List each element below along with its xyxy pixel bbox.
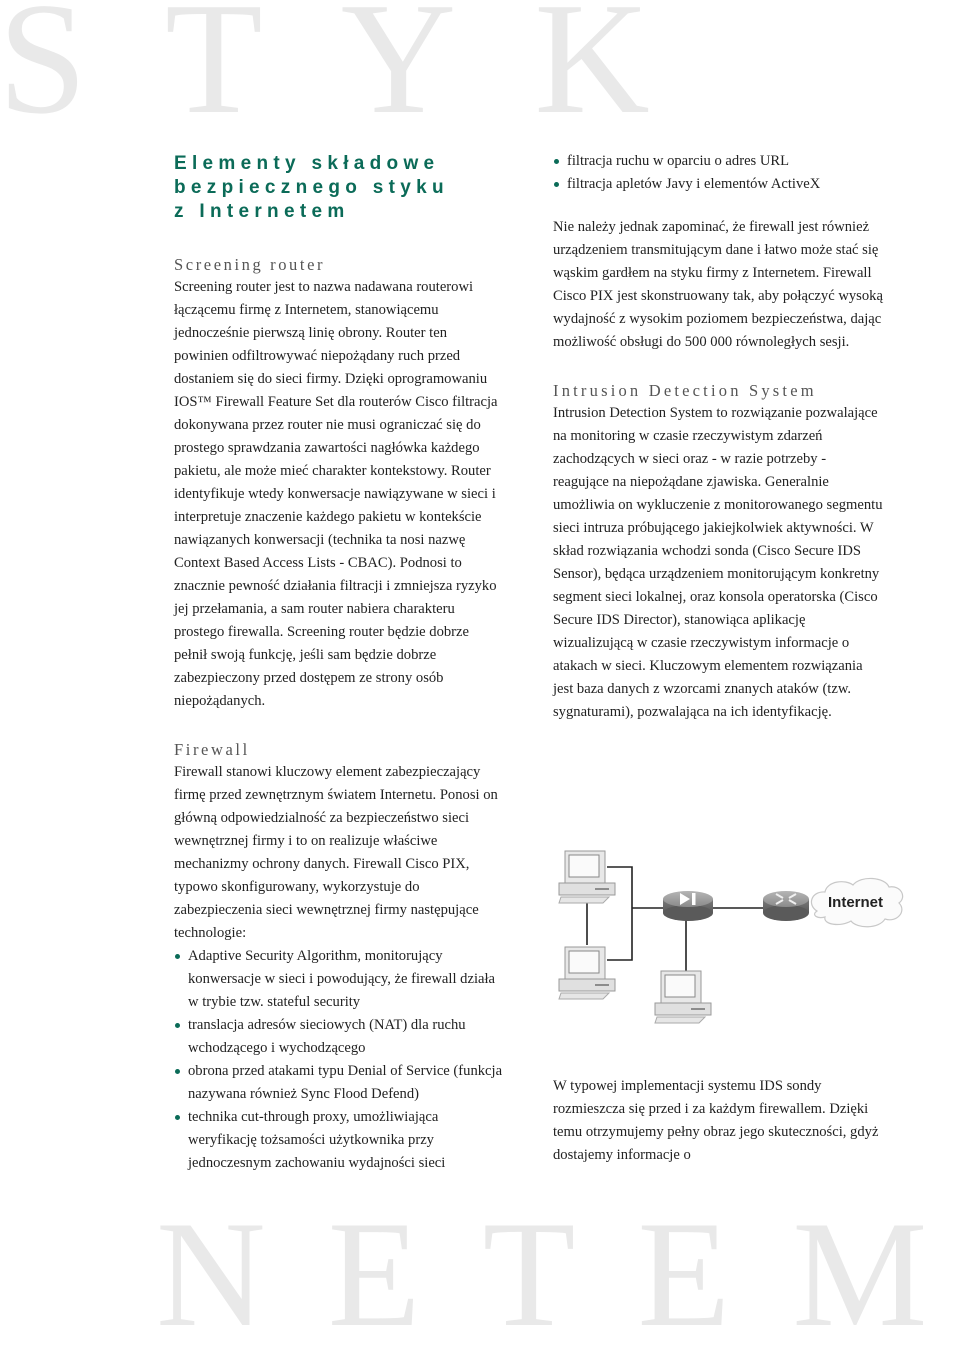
title-line-2: bezpiecznego styku (174, 177, 449, 198)
left-column: Elementy składowe bezpiecznego styku z I… (174, 152, 504, 1175)
workstation-icon (558, 946, 616, 1000)
watermark-netem: NETEM (156, 1190, 960, 1358)
list-item: filtracja ruchu w oparciu o adres URL (553, 150, 883, 173)
right-column-bottom: W typowej implementacji systemu IDS sond… (553, 1075, 883, 1167)
firewall-icon (663, 891, 713, 921)
list-item: Adaptive Security Algorithm, monitorując… (174, 945, 504, 1014)
screening-router-text: Screening router jest to nazwa nadawana … (174, 279, 498, 709)
title-line-1: Elementy składowe (174, 153, 440, 174)
ids-text: Intrusion Detection System to rozwiązani… (553, 405, 883, 720)
list-item: filtracja apletów Javy i elementów Activ… (553, 173, 883, 196)
firewall-closing-text: Nie należy jednak zapominać, że firewall… (553, 219, 883, 350)
heading-ids: Intrusion Detection System (553, 381, 817, 400)
network-diagram: Internet (545, 835, 905, 1035)
firewall-technologies-list-continued: filtracja ruchu w oparciu o adres URL fi… (553, 150, 883, 196)
workstation-icon (654, 970, 712, 1024)
right-column: filtracja ruchu w oparciu o adres URL fi… (553, 150, 883, 724)
internet-label: Internet (828, 894, 883, 911)
page-title: Elementy składowe bezpiecznego styku z I… (174, 152, 504, 224)
firewall-technologies-list: Adaptive Security Algorithm, monitorując… (174, 945, 504, 1175)
ids-implementation-text: W typowej implementacji systemu IDS sond… (553, 1078, 879, 1163)
workstation-icon (558, 850, 616, 904)
watermark-styk: STYK (0, 0, 728, 147)
router-icon (763, 891, 809, 921)
list-item: obrona przed atakami typu Denial of Serv… (174, 1060, 504, 1106)
title-line-3: z Internetem (174, 201, 350, 222)
heading-screening-router: Screening router (174, 255, 326, 274)
heading-firewall: Firewall (174, 740, 250, 759)
firewall-text: Firewall stanowi kluczowy element zabezp… (174, 764, 498, 941)
list-item: translacja adresów sieciowych (NAT) dla … (174, 1014, 504, 1060)
list-item: technika cut-through proxy, umożliwiając… (174, 1106, 504, 1175)
internet-cloud-icon: Internet (810, 877, 904, 928)
